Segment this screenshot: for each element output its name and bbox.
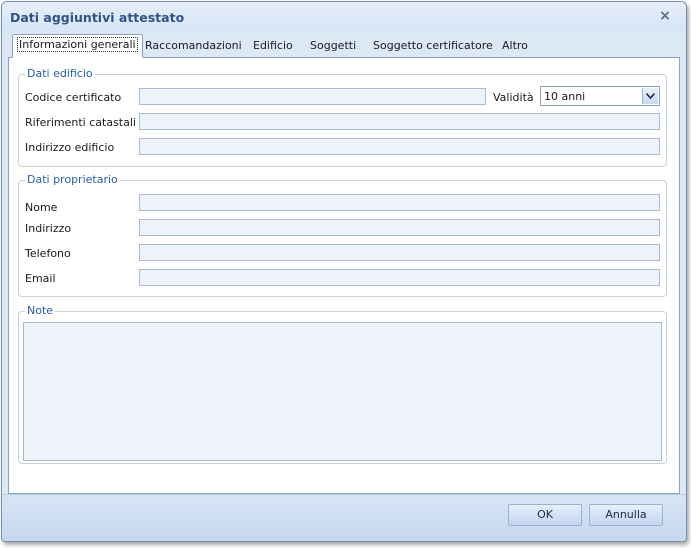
ok-button[interactable]: OK: [508, 504, 582, 526]
tab-raccomandazioni[interactable]: Raccomandazioni: [145, 36, 242, 56]
group-dati-edificio: Dati edificio Codice certificato Validit…: [18, 67, 667, 167]
tab-altro[interactable]: Altro: [502, 36, 528, 56]
codice-certificato-label: Codice certificato: [25, 91, 122, 104]
tab-content: Dati edificio Codice certificato Validit…: [8, 58, 680, 494]
annulla-button[interactable]: Annulla: [589, 504, 663, 526]
indirizzo-edificio-field[interactable]: [139, 138, 660, 155]
riferimenti-catastali-label: Riferimenti catastali: [25, 116, 136, 129]
riferimenti-catastali-field[interactable]: [139, 113, 660, 130]
validita-value: 10 anni: [544, 90, 586, 103]
group-note: Note: [18, 304, 667, 464]
dialog-window: Dati aggiuntivi attestato × Informazioni…: [1, 1, 687, 542]
tab-label: Informazioni generali: [17, 37, 138, 52]
nome-label: Nome: [25, 201, 58, 214]
group-dati-proprietario: Dati proprietario Nome Indirizzo Telefon…: [18, 173, 667, 297]
dialog-title: Dati aggiuntivi attestato: [10, 10, 185, 25]
group-title: Dati proprietario: [25, 173, 120, 186]
telefono-field[interactable]: [139, 244, 660, 261]
indirizzo-edificio-label: Indirizzo edificio: [25, 141, 115, 154]
telefono-label: Telefono: [25, 247, 71, 260]
tab-soggetti[interactable]: Soggetti: [310, 36, 356, 56]
group-title: Note: [25, 304, 56, 317]
tab-informazioni-generali[interactable]: Informazioni generali: [12, 34, 143, 58]
email-label: Email: [25, 272, 56, 285]
tab-edificio[interactable]: Edificio: [253, 36, 293, 56]
tab-strip: Informazioni generali Raccomandazioni Ed…: [8, 33, 680, 58]
tab-soggetto-certificatore[interactable]: Soggetto certificatore: [373, 36, 493, 56]
title-bar: Dati aggiuntivi attestato ×: [2, 2, 686, 32]
group-title: Dati edificio: [25, 67, 95, 80]
nome-field[interactable]: [139, 194, 660, 211]
close-icon[interactable]: ×: [658, 8, 672, 24]
validita-label: Validità: [493, 91, 534, 104]
dialog-footer: OK Annulla: [2, 494, 686, 541]
chevron-down-icon[interactable]: [642, 88, 658, 104]
indirizzo-field[interactable]: [139, 219, 660, 236]
note-textarea[interactable]: [23, 322, 662, 461]
indirizzo-label: Indirizzo: [25, 222, 72, 235]
validita-select[interactable]: 10 anni: [540, 86, 660, 106]
email-field[interactable]: [139, 269, 660, 286]
codice-certificato-field[interactable]: [139, 88, 486, 105]
